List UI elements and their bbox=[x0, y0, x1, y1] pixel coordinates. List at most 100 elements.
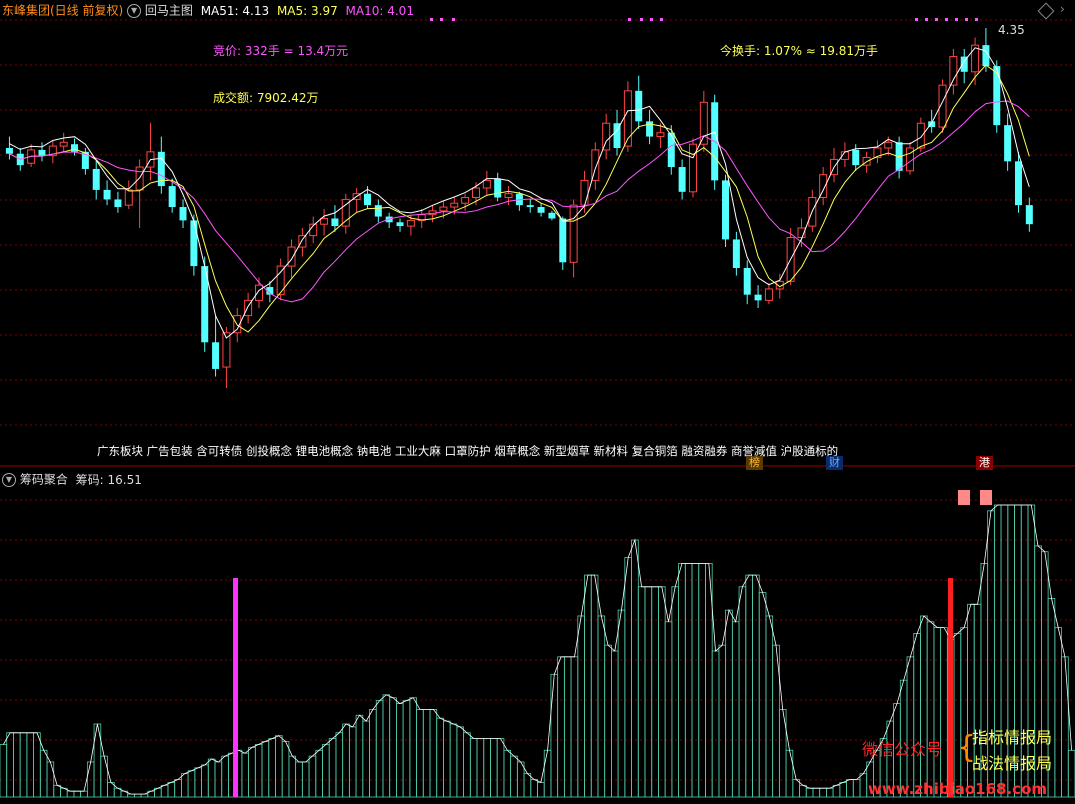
high-price-marker: 4.35 bbox=[998, 23, 1025, 37]
candle-body bbox=[559, 218, 567, 263]
peak-marker bbox=[980, 490, 992, 505]
chip-bar bbox=[718, 644, 727, 798]
chip-bar bbox=[389, 697, 397, 798]
candle-body bbox=[678, 167, 686, 192]
candle-body bbox=[1004, 125, 1012, 162]
concept-tags[interactable]: 广东板块 广告包装 含可转债 创投概念 锂电池概念 钠电池 工业大麻 口罩防护 … bbox=[97, 445, 838, 458]
chip-bar bbox=[174, 779, 182, 798]
chip-bar bbox=[1054, 627, 1062, 798]
candle-body bbox=[602, 122, 611, 151]
chip-bar bbox=[19, 732, 28, 798]
chevron-right-icon[interactable]: › bbox=[1060, 3, 1065, 15]
candle-body bbox=[635, 90, 643, 122]
chip-bar bbox=[570, 656, 579, 798]
signal-dot bbox=[628, 18, 631, 21]
candle-body bbox=[656, 132, 665, 138]
signal-dot bbox=[955, 18, 958, 21]
chip-bar bbox=[248, 746, 256, 798]
candle-body bbox=[190, 220, 198, 267]
candle-body bbox=[722, 180, 730, 240]
chip-bar bbox=[288, 755, 297, 798]
gang-badge[interactable]: 港 bbox=[976, 456, 993, 470]
chip-bar bbox=[651, 586, 659, 798]
chip-bar bbox=[375, 700, 384, 798]
chip-bar bbox=[362, 720, 370, 798]
chip-bar bbox=[725, 609, 733, 798]
candle-body bbox=[1014, 161, 1022, 206]
chip-bar bbox=[409, 697, 417, 798]
cai-badge[interactable]: 财 bbox=[826, 456, 843, 470]
chip-bar bbox=[839, 782, 847, 798]
chip-bar bbox=[516, 761, 525, 798]
chip-bar bbox=[214, 761, 223, 798]
candle-body bbox=[688, 143, 697, 193]
chip-bar bbox=[322, 744, 330, 798]
chip-bar bbox=[355, 714, 364, 798]
signal-dot bbox=[925, 18, 928, 21]
stock-name[interactable]: 东峰集团(日线 前复权) bbox=[2, 4, 123, 18]
signal-dot bbox=[452, 18, 455, 21]
chip-bar bbox=[86, 761, 95, 798]
candle-body bbox=[363, 193, 371, 206]
watermark-url: www.zhibiao168.com bbox=[868, 780, 1048, 798]
candle-body bbox=[374, 205, 382, 217]
chip-bar bbox=[396, 703, 404, 798]
candle-body bbox=[179, 207, 187, 221]
candle-body bbox=[320, 217, 329, 225]
chip-bar bbox=[510, 755, 518, 798]
chip-bar bbox=[503, 749, 512, 798]
chip-bar bbox=[496, 738, 505, 798]
chip-bar bbox=[181, 773, 189, 798]
ma10-label: MA10: 4.01 bbox=[345, 3, 414, 18]
candle-body bbox=[471, 187, 480, 199]
signal-dot bbox=[965, 18, 968, 21]
candle-body bbox=[1025, 205, 1033, 225]
sub-indicator-name[interactable]: 筹码聚合 bbox=[20, 473, 68, 487]
chip-bar bbox=[597, 615, 606, 798]
candle-body bbox=[494, 178, 502, 198]
chip-bar bbox=[416, 709, 424, 798]
chip-bar bbox=[268, 738, 276, 798]
candle-body bbox=[59, 141, 68, 147]
chip-bar bbox=[785, 749, 794, 798]
candle-body bbox=[764, 288, 773, 301]
chip-bar bbox=[611, 650, 619, 798]
chip-bar bbox=[550, 673, 559, 798]
red-signal-bar bbox=[948, 578, 953, 797]
indicator-name[interactable]: 回马主图 bbox=[145, 4, 193, 18]
chevron-down-icon[interactable]: ▼ bbox=[2, 473, 16, 487]
chart-canvas bbox=[0, 18, 1075, 798]
chip-bar bbox=[315, 749, 323, 798]
bid-info: 竞价: 332手 = 13.4万元 bbox=[213, 44, 349, 58]
candle-body bbox=[124, 189, 133, 206]
watermark-wechat: 微信公众号 bbox=[862, 740, 943, 759]
chip-bar bbox=[805, 787, 814, 798]
chip-bar bbox=[859, 773, 868, 798]
chip-bar bbox=[832, 784, 841, 798]
bang-badge[interactable]: 榜 bbox=[746, 456, 763, 470]
chip-bar bbox=[261, 741, 270, 798]
chip-bar bbox=[140, 793, 149, 798]
chip-bar bbox=[369, 709, 377, 798]
chip-bar bbox=[920, 615, 928, 798]
chip-bar bbox=[194, 767, 202, 798]
signal-dot bbox=[935, 18, 938, 21]
candle-body bbox=[699, 101, 708, 145]
chip-bar bbox=[127, 793, 135, 798]
watermark-brand2: 战法情报局 bbox=[972, 754, 1053, 773]
chip-bar bbox=[745, 574, 753, 798]
signal-dot bbox=[945, 18, 948, 21]
chip-bar bbox=[852, 779, 861, 798]
signal-dot bbox=[640, 18, 643, 21]
candle-body bbox=[504, 193, 513, 199]
chip-bar bbox=[953, 633, 962, 798]
chip-bar bbox=[819, 787, 827, 798]
chip-bar bbox=[913, 633, 921, 798]
chip-bar bbox=[382, 694, 391, 798]
chip-bar bbox=[13, 732, 21, 798]
chip-bar bbox=[758, 592, 767, 798]
chip-bar bbox=[449, 723, 458, 798]
chip-bar bbox=[691, 563, 700, 798]
candle-body bbox=[5, 148, 13, 154]
chevron-down-icon[interactable]: ▼ bbox=[127, 4, 142, 18]
